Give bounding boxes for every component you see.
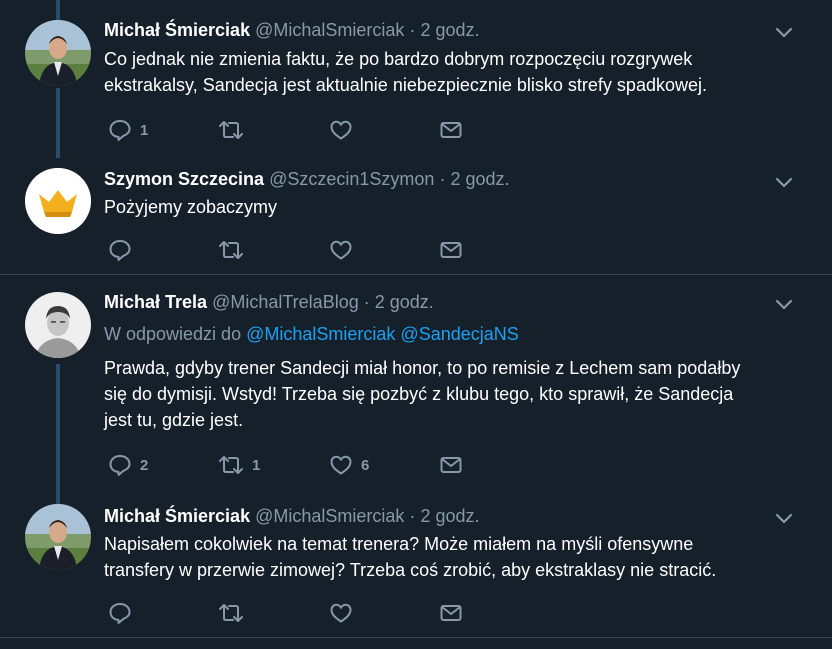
- text-line: Co jednak nie zmienia faktu, że po bardz…: [104, 49, 693, 69]
- timestamp[interactable]: 2 godz.: [420, 20, 479, 40]
- retweet-icon: [219, 121, 243, 139]
- reply-button[interactable]: [108, 601, 140, 625]
- separator-dot: ·: [409, 20, 416, 40]
- text-line: się do dymisji. Wstyd! Trzeba się pozbyć…: [104, 384, 734, 404]
- separator-dot: ·: [439, 169, 446, 189]
- text-line: Napisałem cokolwiek na temat trenera? Mo…: [104, 534, 694, 554]
- divider: [0, 637, 832, 638]
- heart-icon: [330, 455, 352, 475]
- reply-button[interactable]: [108, 238, 140, 262]
- retweet-button[interactable]: [218, 601, 252, 625]
- tweet-text: Pożyjemy zobaczymy: [104, 194, 784, 220]
- tweet-header: Michał Śmierciak @MichalSmierciak · 2 go…: [104, 20, 479, 41]
- like-button[interactable]: [329, 238, 361, 262]
- reply-count: 1: [140, 121, 149, 139]
- tweet-text: Prawda, gdyby trener Sandecji miał honor…: [104, 355, 784, 433]
- separator-dot: ·: [363, 292, 370, 312]
- like-button[interactable]: [329, 118, 361, 142]
- timestamp[interactable]: 2 godz.: [420, 506, 479, 526]
- heart-icon: [330, 603, 352, 623]
- author-handle[interactable]: @MichalSmierciak: [255, 506, 404, 526]
- retweet-count: 1: [252, 456, 261, 474]
- heart-icon: [330, 240, 352, 260]
- tweet[interactable]: Michał Śmierciak @MichalSmierciak · 2 go…: [0, 0, 832, 165]
- tweet-header: Michał Trela @MichalTrelaBlog · 2 godz.: [104, 292, 434, 313]
- author-name[interactable]: Michał Trela: [104, 292, 207, 312]
- tweet[interactable]: Michał Śmierciak @MichalSmierciak · 2 go…: [0, 490, 832, 640]
- avatar[interactable]: [25, 20, 91, 86]
- text-line: Prawda, gdyby trener Sandecji miał honor…: [104, 358, 741, 378]
- message-button[interactable]: [439, 118, 463, 142]
- reply-icon: [109, 120, 131, 141]
- reply-button[interactable]: 2: [108, 453, 148, 477]
- like-count: 6: [361, 456, 370, 474]
- timestamp[interactable]: 2 godz.: [375, 292, 434, 312]
- mention-link[interactable]: @SandecjaNS: [400, 324, 518, 344]
- chevron-down-icon[interactable]: [774, 22, 794, 42]
- envelope-icon: [440, 242, 462, 258]
- chevron-down-icon[interactable]: [774, 172, 794, 192]
- retweet-icon: [219, 456, 243, 474]
- message-button[interactable]: [439, 238, 463, 262]
- author-name[interactable]: Michał Śmierciak: [104, 506, 250, 526]
- tweet-header: Szymon Szczecina @Szczecin1Szymon · 2 go…: [104, 169, 510, 190]
- envelope-icon: [440, 457, 462, 473]
- reply-prefix: W odpowiedzi do: [104, 324, 242, 344]
- retweet-button[interactable]: [218, 238, 252, 262]
- retweet-icon: [219, 241, 243, 259]
- author-handle[interactable]: @MichalTrelaBlog: [212, 292, 359, 312]
- reply-button[interactable]: 1: [108, 118, 148, 142]
- chevron-down-icon[interactable]: [774, 294, 794, 314]
- avatar[interactable]: [25, 504, 91, 570]
- reply-count: 2: [140, 456, 149, 474]
- text-line: transfery w przerwie zimowej? Trzeba coś…: [104, 560, 717, 580]
- mention-link[interactable]: @MichalSmierciak: [246, 324, 395, 344]
- tweet-text: Co jednak nie zmienia faktu, że po bardz…: [104, 46, 784, 98]
- avatar[interactable]: [25, 292, 91, 358]
- retweet-icon: [219, 604, 243, 622]
- tweet-text: Napisałem cokolwiek na temat trenera? Mo…: [104, 531, 784, 583]
- avatar[interactable]: [25, 168, 91, 234]
- message-button[interactable]: [439, 453, 463, 477]
- heart-icon: [330, 120, 352, 140]
- tweet[interactable]: Michał Trela @MichalTrelaBlog · 2 godz. …: [0, 275, 832, 490]
- author-name[interactable]: Michał Śmierciak: [104, 20, 250, 40]
- message-button[interactable]: [439, 601, 463, 625]
- tweet[interactable]: Szymon Szczecina @Szczecin1Szymon · 2 go…: [0, 165, 832, 275]
- retweet-button[interactable]: [218, 118, 252, 142]
- chevron-down-icon[interactable]: [774, 508, 794, 528]
- separator-dot: ·: [409, 506, 416, 526]
- envelope-icon: [440, 605, 462, 621]
- tweet-header: Michał Śmierciak @MichalSmierciak · 2 go…: [104, 506, 479, 527]
- author-name[interactable]: Szymon Szczecina: [104, 169, 264, 189]
- like-button[interactable]: [329, 601, 361, 625]
- text-line: Pożyjemy zobaczymy: [104, 197, 278, 217]
- reply-icon: [109, 603, 131, 624]
- reply-context: W odpowiedzi do @MichalSmierciak @Sandec…: [104, 324, 519, 345]
- retweet-button[interactable]: 1: [218, 453, 260, 477]
- author-handle[interactable]: @Szczecin1Szymon: [269, 169, 434, 189]
- reply-icon: [109, 240, 131, 261]
- envelope-icon: [440, 122, 462, 138]
- timestamp[interactable]: 2 godz.: [450, 169, 509, 189]
- author-handle[interactable]: @MichalSmierciak: [255, 20, 404, 40]
- reply-icon: [109, 455, 131, 476]
- like-button[interactable]: 6: [329, 453, 369, 477]
- text-line: ekstrakalsy, Sandecja jest aktualnie nie…: [104, 75, 707, 95]
- text-line: jest tu, gdzie jest.: [104, 410, 244, 430]
